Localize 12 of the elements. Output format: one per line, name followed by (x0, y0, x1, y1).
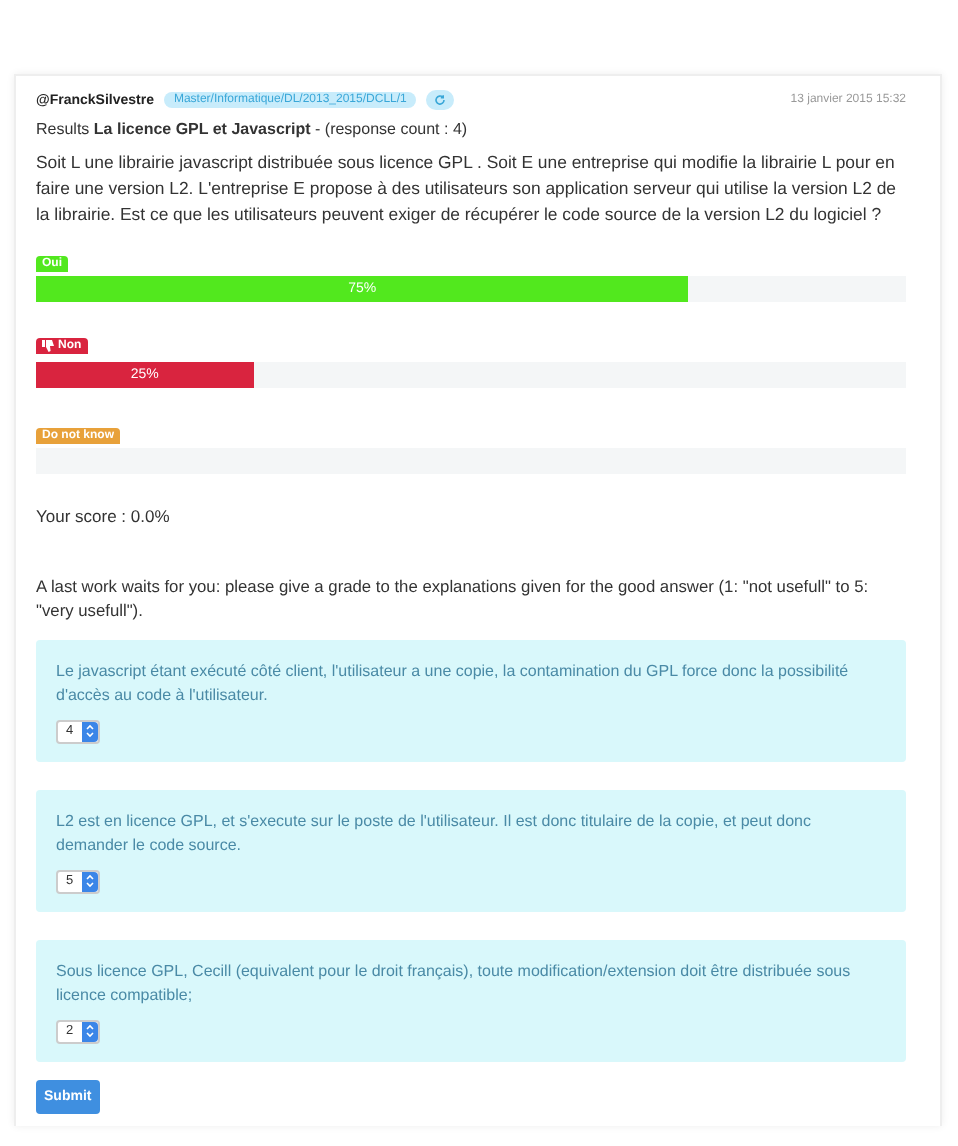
score-text: Your score : 0.0% (36, 506, 172, 526)
results-title: Results La licence GPL et Javascript - (response count : 4) (36, 120, 470, 138)
stepper-icon[interactable] (81, 1021, 98, 1041)
stepper-icon[interactable] (81, 721, 98, 741)
stepper-icon[interactable] (81, 871, 98, 891)
thumbs-down-icon (42, 340, 54, 352)
explanation-text: L2 est en licence GPL, et s'execute sur le poste de l'utilisateur. Il est donc titulaire de la copie, et peut donc demander le code source. (56, 810, 813, 858)
question-text: Soit L une librairie javascript distribuée sous licence GPL . Soit E une entreprise qui modifie la librairie L pour en faire une version L2. L'entreprise E propose à des utilisateurs son application serveur qui utilise la version L2 de la librairie. Est ce que les utilisateurs peuvent exiger de récupérer le code source de la version L2 du logiciel ? (36, 150, 899, 228)
explanation-text: Le javascript étant exécuté côté client, l'utilisateur a une copie, la contamination du GPL force donc la possibilité d'accès au code à l'utilisateur. (56, 660, 851, 708)
instructions-text: A last work waits for you: please give a grade to the explanations given for the good answer (1: "not usefull" to 5: "very usefull"). (36, 574, 871, 622)
explanation-text: Sous licence GPL, Cecill (equivalent pour le droit français), toute modification/extension doit être distribuée sous licence compatible; (56, 960, 853, 1008)
refresh-icon[interactable] (426, 90, 455, 110)
